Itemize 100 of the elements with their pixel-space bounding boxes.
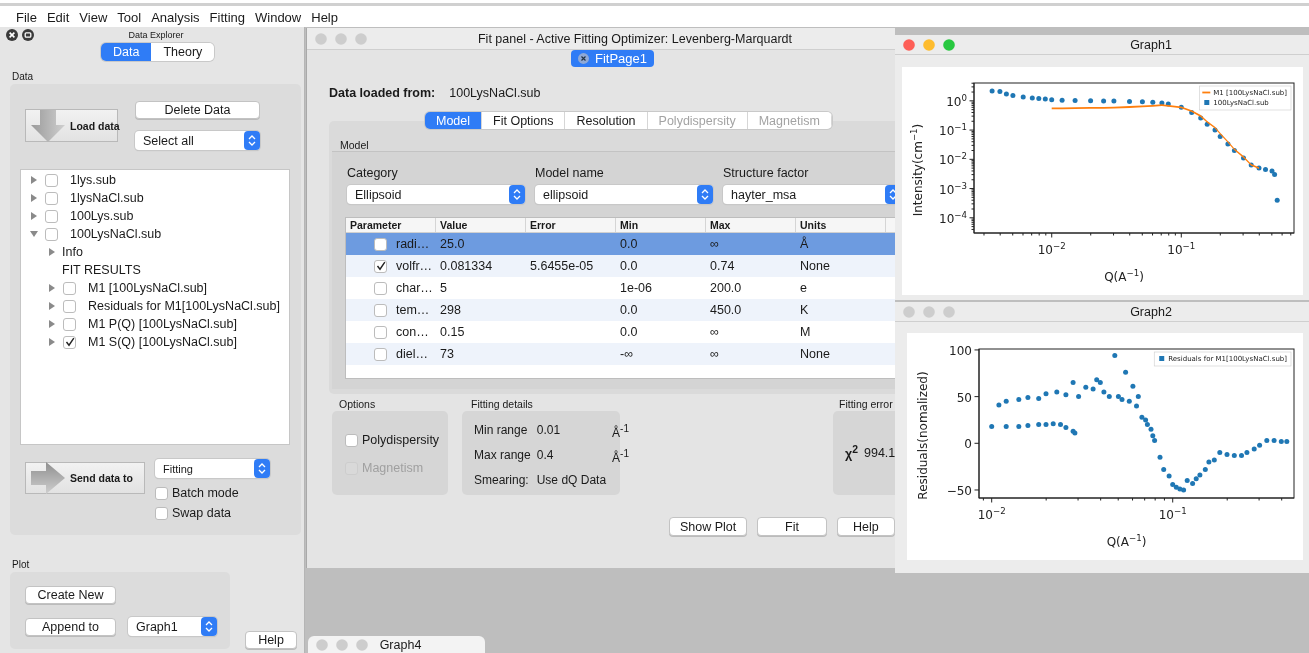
dropdown[interactable]: ellipsoid [535,185,713,204]
column-header[interactable]: Parameter [346,218,436,232]
help-button[interactable]: Help [245,631,297,649]
column-header[interactable]: Units [796,218,886,232]
tree-item[interactable]: 1lysNaCl.sub [70,191,144,205]
tick-label: 10$^{−2}$ [977,506,1006,522]
disclosure-triangle-icon[interactable] [48,248,56,256]
menu-item[interactable]: Fitting [204,10,250,25]
table-cell: radi… [396,237,430,251]
checkbox[interactable] [63,335,76,349]
zoom-button[interactable] [355,32,367,45]
checkbox[interactable] [374,237,387,251]
disclosure-triangle-icon[interactable] [48,302,56,310]
column-header[interactable]: Max [706,218,796,232]
tree-item[interactable]: 1lys.sub [70,173,116,187]
tree-item[interactable]: M1 P(Q) [100LysNaCl.sub] [88,317,237,331]
column-header[interactable]: Error [526,218,616,232]
tab[interactable]: Fit Options [482,112,566,129]
disclosure-triangle-icon[interactable] [30,176,38,184]
table-row[interactable]: volfr… 0.081334 5.6455e-05 0.0 0.74 None [346,255,895,277]
menu-item[interactable]: Edit [41,10,75,25]
table-cell-text: 450.0 [709,303,743,317]
button[interactable]: Fit [757,517,827,536]
checkbox[interactable] [63,317,76,331]
table-row[interactable]: char… 5 1e-06 200.0 e [346,277,895,299]
checkbox[interactable] [155,506,168,520]
group-label: Options [339,398,377,410]
checkbox[interactable] [45,209,58,223]
data-point [1003,424,1009,429]
checkbox[interactable] [374,347,387,361]
tab[interactable]: Theory [151,43,215,61]
menu-item[interactable]: Window [250,10,307,25]
table-row[interactable]: tem… 298 0.0 450.0 K [346,299,895,321]
tab[interactable]: FitPage1 [571,50,654,67]
disclosure-triangle-icon[interactable] [30,194,38,202]
close-button[interactable] [6,29,18,41]
checkbox[interactable] [374,303,387,317]
tree-item[interactable]: M1 S(Q) [100LysNaCl.sub] [88,335,237,349]
column-header[interactable]: Min [616,218,706,232]
append-to-button[interactable]: Append to [25,617,116,636]
menu-item[interactable]: View [74,10,113,25]
table-row[interactable]: radi… 25.0 0.0 ∞ Å [346,233,895,255]
disclosure-triangle-icon[interactable] [48,284,56,292]
table-row[interactable]: con… 0.15 0.0 ∞ M [346,321,895,343]
checkbox[interactable] [374,259,387,273]
dropdown[interactable]: Fitting [155,459,270,478]
tab[interactable]: Model [425,112,483,129]
tab[interactable]: Resolution [565,112,648,129]
tab[interactable]: Data [101,43,152,61]
disclosure-triangle-icon[interactable] [48,338,56,346]
zoom-button[interactable] [943,305,955,318]
column-header[interactable]: Value [436,218,526,232]
float-button[interactable] [22,29,34,41]
checkbox[interactable] [63,299,76,313]
down-arrow-icon [30,108,66,143]
data-point [1150,99,1156,105]
checkbox[interactable] [45,173,58,187]
create-new-button[interactable]: Create New [25,586,116,604]
disclosure-triangle-icon[interactable] [48,320,56,328]
dropdown[interactable]: Select all [135,131,260,150]
data-point [1135,394,1141,400]
minimize-button[interactable] [923,38,935,51]
checkbox[interactable] [374,281,387,295]
checkbox[interactable] [63,281,76,295]
unit-label: Å$^{-1}$ [612,448,629,465]
dropdown[interactable]: Graph1 [128,617,217,636]
tick-label: 10$^{−4}$ [939,209,967,226]
checkbox[interactable] [374,325,387,339]
send-data-button[interactable]: Send data to [25,462,145,494]
button[interactable]: Help [836,517,895,536]
minimize-button[interactable] [923,305,935,318]
table-row[interactable]: diel… 73 -∞ ∞ None [346,343,895,365]
load-data-button[interactable]: Load data [25,109,118,142]
checkbox-label: Batch mode [172,486,239,500]
tree-item[interactable]: Info [62,245,83,259]
menu-item[interactable]: File [11,10,42,25]
tree-item[interactable]: 100Lys.sub [70,209,134,223]
checkbox[interactable] [155,486,168,500]
minimize-button[interactable] [335,32,347,45]
button[interactable]: Show Plot [669,517,748,536]
table-cell-text: 0.0 [619,237,639,251]
zoom-button[interactable] [356,638,368,651]
tree-item[interactable]: 100LysNaCl.sub [70,227,162,241]
checkbox[interactable] [45,191,58,205]
dropdown[interactable]: Ellipsoid [347,185,525,204]
tree-item[interactable]: Residuals for M1[100LysNaCl.sub] [88,299,280,313]
disclosure-triangle-icon[interactable] [30,212,38,220]
close-icon[interactable] [578,53,589,64]
delete-data-button[interactable]: Delete Data [135,101,260,119]
menu-item[interactable]: Tool [112,10,147,25]
tree-item[interactable]: FIT RESULTS [62,263,141,277]
menu-item[interactable]: Analysis [146,10,205,25]
menu-item[interactable]: Help [306,10,343,25]
minimize-button[interactable] [336,638,348,651]
checkbox[interactable] [45,227,58,241]
disclosure-triangle-icon[interactable] [30,230,38,238]
tree-item[interactable]: M1 [100LysNaCl.sub] [88,281,208,295]
checkbox[interactable] [345,433,358,447]
dropdown[interactable]: hayter_msa [723,185,895,204]
zoom-button[interactable] [943,38,955,51]
